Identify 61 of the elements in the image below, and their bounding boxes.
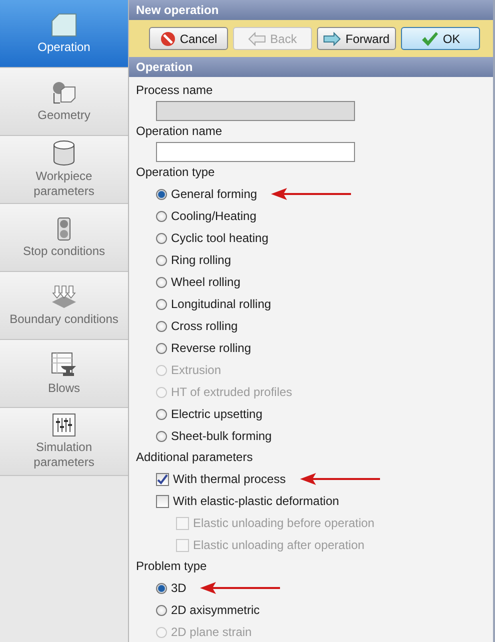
radio-button[interactable] bbox=[156, 582, 167, 594]
option-label: General forming bbox=[171, 187, 258, 201]
checkbox[interactable] bbox=[156, 494, 169, 508]
sidebar-item[interactable]: Operation bbox=[0, 0, 128, 68]
checkmark-icon bbox=[420, 30, 439, 46]
radio-button[interactable] bbox=[156, 320, 167, 332]
option-label: Elastic unloading after operation bbox=[193, 538, 364, 552]
group-label: Problem type bbox=[136, 558, 208, 575]
shapes-icon bbox=[51, 80, 77, 104]
option-label: Sheet-bulk forming bbox=[171, 429, 272, 443]
right-arrow-icon bbox=[323, 32, 342, 46]
sidebar-item[interactable]: Boundary conditions bbox=[0, 272, 128, 340]
option-label: Cross rolling bbox=[171, 319, 238, 333]
option-label: 2D plane strain bbox=[171, 625, 252, 639]
option-label: Longitudinal rolling bbox=[171, 297, 272, 311]
operation-name-field[interactable] bbox=[156, 142, 355, 162]
option-label: Elastic unloading before operation bbox=[193, 516, 374, 530]
sidebar-item[interactable]: Stop conditions bbox=[0, 204, 128, 272]
option-label: 2D axisymmetric bbox=[171, 603, 260, 617]
section-header: Operation bbox=[129, 57, 493, 77]
radio-button[interactable] bbox=[156, 342, 167, 354]
radio-button[interactable] bbox=[156, 408, 167, 420]
no-entry-icon bbox=[160, 30, 176, 46]
checkbox[interactable] bbox=[156, 472, 169, 486]
toolbar-button[interactable]: OK bbox=[401, 27, 480, 50]
anvil-table-icon bbox=[51, 352, 77, 378]
option-label: Wheel rolling bbox=[171, 275, 240, 289]
sidebar-item[interactable]: Blows bbox=[0, 340, 128, 408]
radio-button[interactable] bbox=[156, 276, 167, 288]
option-label: Cooling/Heating bbox=[171, 209, 256, 223]
sidebar-item[interactable]: Geometry bbox=[0, 68, 128, 136]
option-label: Electric upsetting bbox=[171, 407, 262, 421]
radio-button[interactable] bbox=[156, 210, 167, 222]
left-arrow-icon bbox=[248, 32, 266, 46]
cylinder-icon bbox=[53, 140, 75, 166]
down-arrows-icon bbox=[50, 284, 78, 308]
field-label: Process name bbox=[136, 82, 214, 99]
option-label: Ring rolling bbox=[171, 253, 232, 267]
sliders-icon bbox=[52, 413, 76, 437]
radio-button[interactable] bbox=[156, 232, 167, 244]
toolbar-button[interactable]: Cancel bbox=[149, 27, 228, 50]
group-label: Additional parameters bbox=[136, 449, 254, 466]
group-label: Operation type bbox=[136, 164, 216, 181]
sheet-icon bbox=[51, 12, 77, 36]
radio-button[interactable] bbox=[156, 188, 167, 200]
option-label: Cyclic tool heating bbox=[171, 231, 268, 245]
radio-button[interactable] bbox=[156, 604, 167, 616]
toolbar-button[interactable]: Forward bbox=[317, 27, 396, 50]
option-label: With elastic-plastic deformation bbox=[173, 494, 340, 508]
window-title: New operation bbox=[129, 0, 493, 20]
option-label: With thermal process bbox=[173, 472, 286, 486]
field-label: Operation name bbox=[136, 123, 224, 140]
option-label: Reverse rolling bbox=[171, 341, 252, 355]
option-label: HT of extruded profiles bbox=[171, 385, 292, 399]
radio-button[interactable] bbox=[156, 254, 167, 266]
radio-button[interactable] bbox=[156, 430, 167, 442]
sidebar-item[interactable]: Workpiece parameters bbox=[0, 136, 128, 204]
sidebar-item[interactable]: Simulation parameters bbox=[0, 408, 128, 476]
radio-button[interactable] bbox=[156, 298, 167, 310]
option-label: 3D bbox=[171, 581, 186, 595]
option-label: Extrusion bbox=[171, 363, 222, 377]
